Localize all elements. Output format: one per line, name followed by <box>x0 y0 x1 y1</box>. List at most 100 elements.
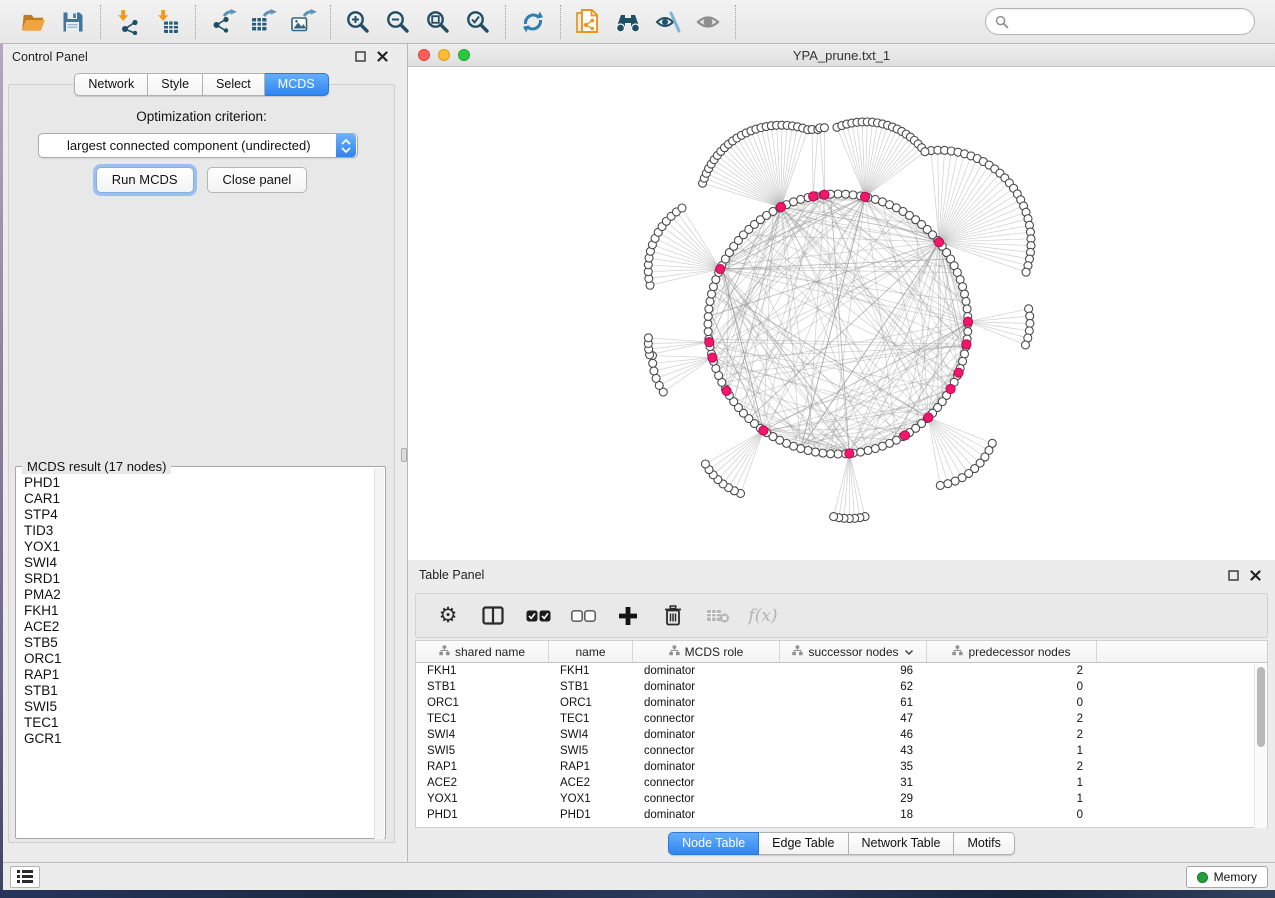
panel-splitter[interactable] <box>400 44 408 862</box>
run-mcds-button[interactable]: Run MCDS <box>96 167 194 193</box>
network-title: YPA_prune.txt_1 <box>408 48 1275 63</box>
network-view-window: YPA_prune.txt_1 <box>408 44 1275 560</box>
mcds-result-item[interactable]: YOX1 <box>17 539 377 555</box>
column-header-predecessor-nodes[interactable]: predecessor nodes <box>927 641 1097 662</box>
table-cell: 61 <box>780 697 927 709</box>
mcds-result-item[interactable]: PMA2 <box>17 587 377 603</box>
hide-panel-icon[interactable] <box>648 5 688 39</box>
close-panel-button[interactable]: Close panel <box>207 167 308 193</box>
close-table-panel-icon[interactable] <box>1246 567 1264 583</box>
close-panel-icon[interactable] <box>373 49 391 65</box>
tab-network-table[interactable]: Network Table <box>849 832 955 855</box>
memory-button[interactable]: Memory <box>1186 866 1268 888</box>
search-network-icon[interactable] <box>608 5 648 39</box>
table-row[interactable]: RAP1RAP1dominator352 <box>416 759 1267 775</box>
tab-node-table[interactable]: Node Table <box>668 832 759 855</box>
table-scrollbar-thumb[interactable] <box>1257 667 1265 747</box>
mcds-result-item[interactable]: STP4 <box>17 507 377 523</box>
mcds-result-item[interactable]: ACE2 <box>17 619 377 635</box>
export-image-icon[interactable] <box>283 5 323 39</box>
table-scrollbar[interactable] <box>1254 664 1266 828</box>
save-session-icon[interactable] <box>53 5 93 39</box>
mcds-result-item[interactable]: STB5 <box>17 635 377 651</box>
mcds-result-item[interactable]: ORC1 <box>17 651 377 667</box>
mcds-result-item[interactable]: TEC1 <box>17 715 377 731</box>
mcds-result-item[interactable]: RAP1 <box>17 667 377 683</box>
refresh-group <box>506 5 561 39</box>
tab-style[interactable]: Style <box>148 73 203 96</box>
table-row[interactable]: YOX1YOX1connector291 <box>416 791 1267 807</box>
show-panel-icon[interactable] <box>688 5 728 39</box>
memory-status-icon <box>1197 872 1208 883</box>
task-history-button[interactable] <box>10 866 40 888</box>
tab-network[interactable]: Network <box>74 73 148 96</box>
mcds-result-item[interactable]: CAR1 <box>17 491 377 507</box>
table-panel-header: Table Panel <box>408 560 1275 590</box>
export-table-icon[interactable] <box>243 5 283 39</box>
mcds-result-item[interactable]: SRD1 <box>17 571 377 587</box>
mcds-result-box: MCDS result (17 nodes) PHD1CAR1STP4TID3Y… <box>15 466 386 839</box>
splitter-handle[interactable] <box>401 448 407 462</box>
deselect-all-icon[interactable] <box>565 600 601 632</box>
table-cell: ACE2 <box>416 777 549 789</box>
settings-gear-icon[interactable]: ⚙ <box>430 600 466 632</box>
table-cell: 18 <box>780 809 927 821</box>
table-row[interactable]: SWI5SWI5connector431 <box>416 743 1267 759</box>
table-cell: 2 <box>927 729 1097 741</box>
zoom-out-icon[interactable] <box>378 5 418 39</box>
mcds-result-scrollbar[interactable] <box>374 468 384 839</box>
tree-icon <box>792 645 803 659</box>
export-network-icon[interactable] <box>203 5 243 39</box>
import-network-icon[interactable] <box>108 5 148 39</box>
refresh-icon[interactable] <box>513 5 553 39</box>
tab-motifs[interactable]: Motifs <box>954 832 1014 855</box>
node-table-header: shared namenameMCDS rolesuccessor nodesp… <box>416 641 1267 663</box>
search-icon <box>995 15 1009 29</box>
delete-column-icon[interactable] <box>655 600 691 632</box>
table-row[interactable]: SWI4SWI4dominator462 <box>416 727 1267 743</box>
optimization-criterion-label: Optimization criterion: <box>9 109 394 124</box>
table-cell: dominator <box>633 697 780 709</box>
column-header-name[interactable]: name <box>549 641 633 662</box>
table-row[interactable]: STB1STB1dominator620 <box>416 679 1267 695</box>
zoom-selected-icon[interactable] <box>458 5 498 39</box>
tab-edge-table[interactable]: Edge Table <box>759 832 848 855</box>
table-row[interactable]: PHD1PHD1dominator180 <box>416 807 1267 823</box>
import-table-icon[interactable] <box>148 5 188 39</box>
mcds-result-item[interactable]: STB1 <box>17 683 377 699</box>
add-column-icon[interactable] <box>610 600 646 632</box>
tab-mcds[interactable]: MCDS <box>265 73 329 96</box>
tree-icon <box>669 645 680 659</box>
table-cell: 0 <box>927 809 1097 821</box>
table-cell: 96 <box>780 665 927 677</box>
tab-select[interactable]: Select <box>203 73 265 96</box>
network-document-icon[interactable] <box>568 5 608 39</box>
table-row[interactable]: ACE2ACE2connector311 <box>416 775 1267 791</box>
mcds-result-item[interactable]: PHD1 <box>17 475 377 491</box>
network-canvas[interactable] <box>408 67 1275 560</box>
table-row[interactable]: FKH1FKH1dominator962 <box>416 663 1267 679</box>
float-table-panel-icon[interactable] <box>1224 567 1242 583</box>
column-header-shared-name[interactable]: shared name <box>416 641 549 662</box>
zoom-in-icon[interactable] <box>338 5 378 39</box>
table-row[interactable]: TEC1TEC1connector472 <box>416 711 1267 727</box>
table-cell: 47 <box>780 713 927 725</box>
select-all-icon[interactable] <box>520 600 556 632</box>
mcds-result-item[interactable]: GCR1 <box>17 731 377 747</box>
network-graph[interactable] <box>408 67 1275 560</box>
mcds-result-item[interactable]: SWI4 <box>17 555 377 571</box>
mcds-result-item[interactable]: TID3 <box>17 523 377 539</box>
mcds-result-item[interactable]: SWI5 <box>17 699 377 715</box>
float-panel-icon[interactable] <box>351 49 369 65</box>
column-header-successor-nodes[interactable]: successor nodes <box>780 641 927 662</box>
table-row[interactable]: ORC1ORC1dominator610 <box>416 695 1267 711</box>
optimization-criterion-dropdown[interactable]: largest connected component (undirected) <box>38 133 358 158</box>
search-input[interactable] <box>1009 15 1245 29</box>
zoom-fit-icon[interactable] <box>418 5 458 39</box>
column-layout-icon[interactable] <box>475 600 511 632</box>
mcds-result-item[interactable]: FKH1 <box>17 603 377 619</box>
control-panel-header: Control Panel <box>3 44 400 69</box>
open-session-icon[interactable] <box>13 5 53 39</box>
node-table: shared namenameMCDS rolesuccessor nodesp… <box>415 640 1268 828</box>
column-header-MCDS-role[interactable]: MCDS role <box>633 641 780 662</box>
